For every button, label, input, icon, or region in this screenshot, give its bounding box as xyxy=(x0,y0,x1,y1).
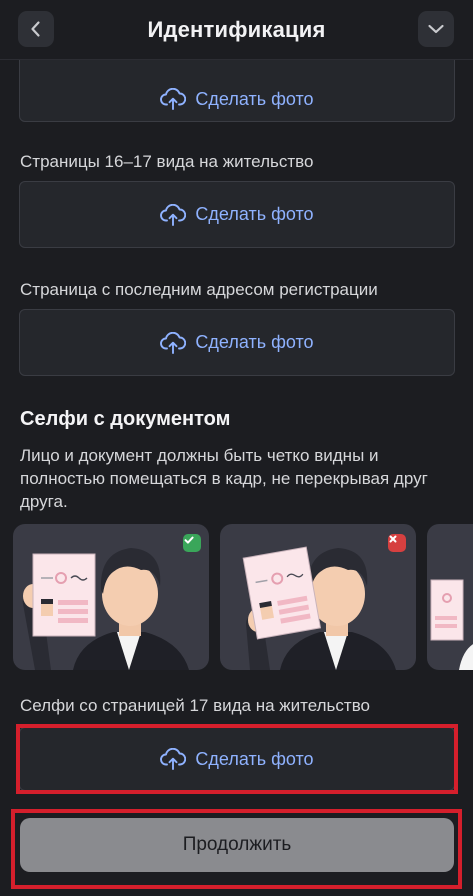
chevron-left-icon xyxy=(31,21,40,37)
back-button[interactable] xyxy=(18,11,54,47)
chevron-down-icon xyxy=(428,24,444,34)
header: Идентификация xyxy=(0,0,473,60)
upload-label: Сделать фото xyxy=(195,88,314,109)
upload-cloud-icon xyxy=(160,203,187,226)
selfie-example-incorrect xyxy=(220,524,416,670)
identification-screen: Идентификация Сделать фото Страницы 16–1… xyxy=(0,0,473,896)
selfie-section-title: Селфи с документом xyxy=(20,408,231,430)
upload-photo-button-2[interactable]: Сделать фото xyxy=(19,181,455,248)
selfie-section-description: Лицо и документ должны быть четко видны … xyxy=(20,446,428,511)
highlight-frame-continue xyxy=(11,809,462,889)
field-label-registration-page: Страница с последним адресом регистрации xyxy=(20,280,378,299)
upload-photo-button-3[interactable]: Сделать фото xyxy=(19,309,455,376)
selfie-illustration xyxy=(430,579,473,670)
check-icon xyxy=(184,536,194,544)
field-label-selfie-page-17: Селфи со страницей 17 вида на жительство xyxy=(20,696,370,715)
page-title: Идентификация xyxy=(147,16,326,42)
selfie-illustration xyxy=(242,546,396,670)
selfie-example-correct xyxy=(13,524,209,670)
upload-cloud-icon xyxy=(160,331,187,354)
check-badge xyxy=(183,534,201,552)
close-icon xyxy=(389,535,397,543)
field-label-pages-16-17: Страницы 16–17 вида на жительство xyxy=(20,152,314,171)
selfie-illustration xyxy=(22,548,189,670)
upload-label: Сделать фото xyxy=(195,204,314,224)
selfie-example-partial xyxy=(427,524,473,670)
cross-badge xyxy=(388,534,406,552)
upload-label: Сделать фото xyxy=(195,332,314,352)
upload-cloud-icon xyxy=(160,88,187,110)
highlight-frame-upload xyxy=(16,724,458,794)
collapse-button[interactable] xyxy=(418,11,454,47)
